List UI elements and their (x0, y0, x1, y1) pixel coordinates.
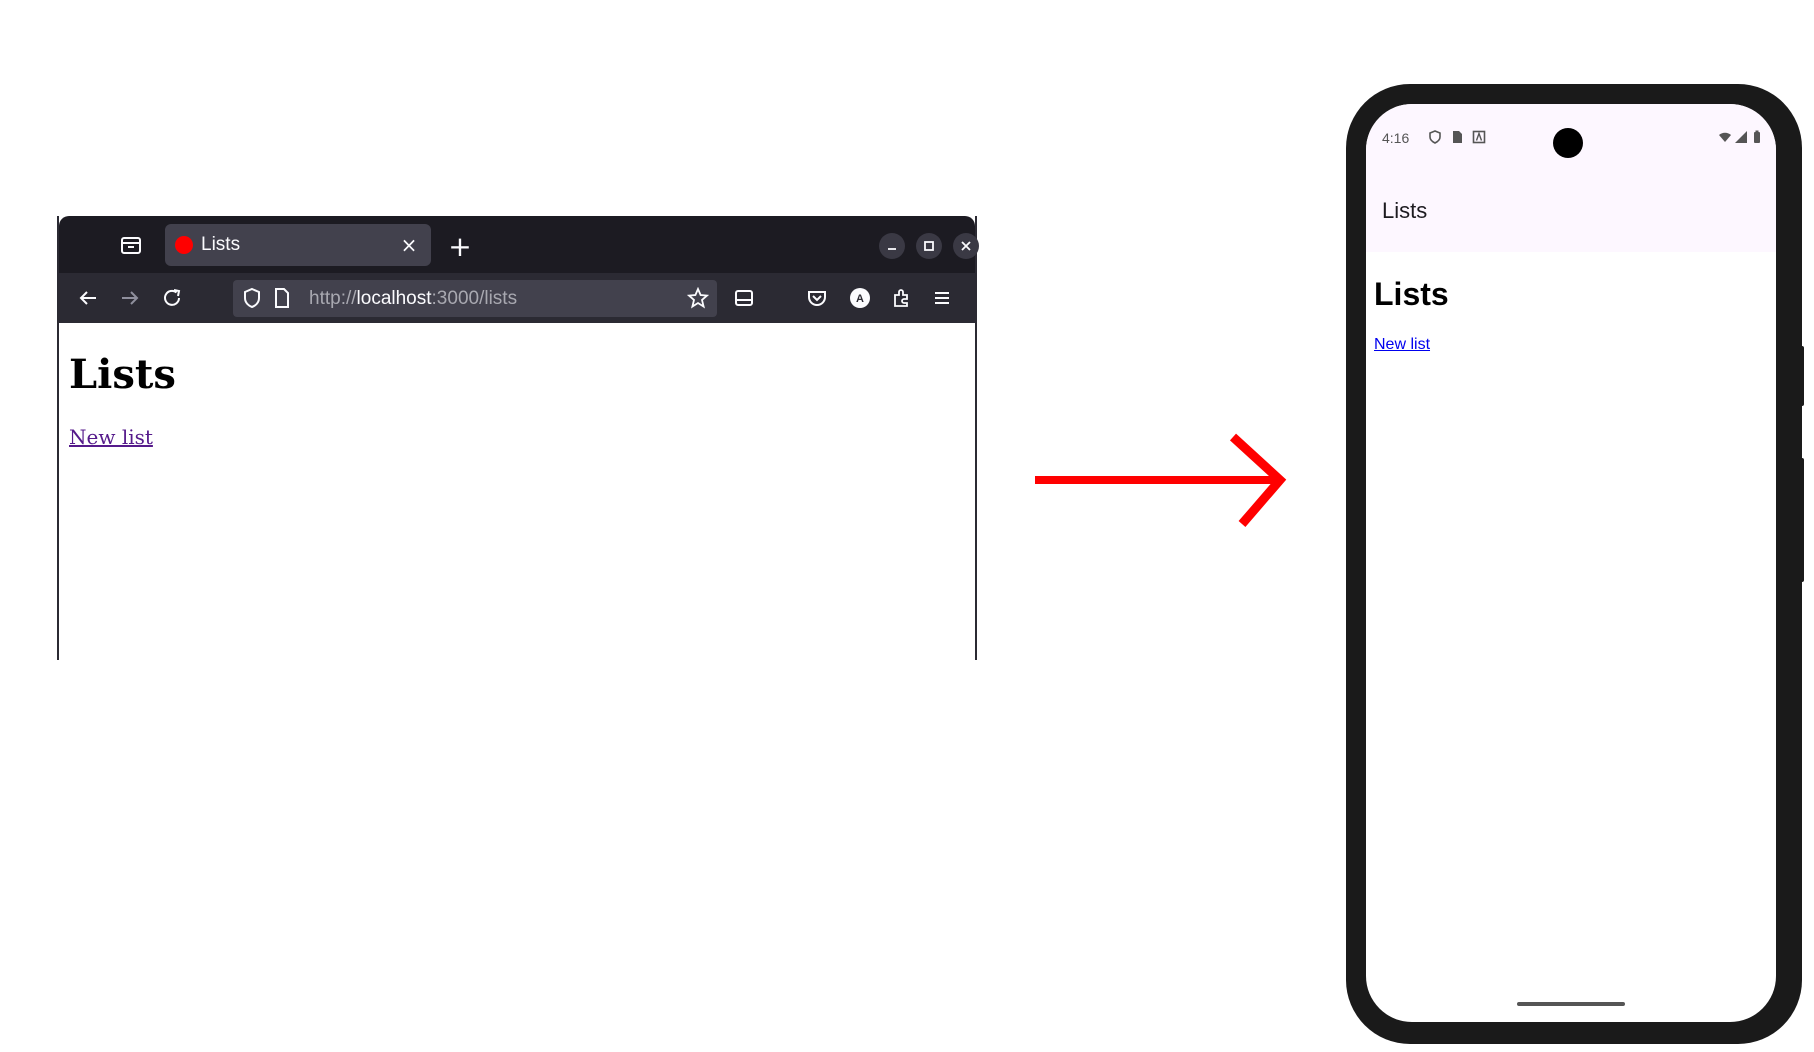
phone-new-list-link[interactable]: New list (1374, 336, 1430, 354)
reload-icon[interactable] (159, 285, 185, 311)
forward-icon[interactable] (117, 285, 143, 311)
tab-close-icon[interactable]: × (397, 233, 421, 257)
status-time: 4:16 (1382, 130, 1410, 146)
page-info-icon[interactable] (269, 285, 295, 311)
new-tab-button[interactable]: + (445, 230, 475, 263)
notification-a-icon (1472, 130, 1486, 144)
gesture-home-bar[interactable] (1517, 1002, 1625, 1006)
browser-window: Lists × + http://localhost:3000/lists A … (57, 216, 979, 660)
shield-icon[interactable] (239, 285, 265, 311)
browser-tab[interactable]: Lists × (165, 224, 431, 266)
url-host: localhost (356, 288, 432, 309)
cell-signal-icon (1735, 131, 1747, 143)
tab-overview-icon[interactable] (119, 234, 143, 256)
back-icon[interactable] (75, 285, 101, 311)
sim-card-icon (1453, 131, 1462, 143)
battery-icon (1754, 130, 1760, 143)
front-camera (1553, 128, 1583, 158)
account-initial: A (856, 293, 864, 305)
status-bar: 4:16 (1366, 104, 1776, 168)
address-bar[interactable]: http://localhost:3000/lists (233, 280, 717, 317)
browser-toolbar: http://localhost:3000/lists A (59, 273, 975, 323)
phone-device: 4:16 Lists Lists New list (1346, 84, 1804, 1044)
pocket-icon[interactable] (804, 285, 830, 311)
url-path: :3000/lists (431, 288, 518, 309)
favicon-icon (175, 236, 193, 254)
close-window-button[interactable] (953, 233, 979, 259)
extensions-icon[interactable] (889, 285, 915, 311)
url-text[interactable]: http://localhost:3000/lists (309, 288, 517, 310)
maximize-button[interactable] (916, 233, 942, 259)
sidebar-icon[interactable] (731, 285, 757, 311)
bookmark-star-icon[interactable] (685, 285, 711, 311)
phone-screen: 4:16 Lists Lists New list (1366, 104, 1776, 1022)
wifi-icon (1719, 132, 1731, 142)
tab-title: Lists (201, 234, 241, 255)
minimize-button[interactable] (879, 233, 905, 259)
url-scheme: http:// (309, 288, 357, 309)
app-bar-title: Lists (1382, 198, 1428, 223)
arrow-icon (1035, 433, 1287, 527)
browser-page-content: Lists New list (59, 323, 975, 660)
browser-titlebar: Lists × + (59, 216, 979, 273)
power-button (1800, 346, 1804, 406)
volume-button (1800, 458, 1804, 582)
vpn-shield-icon (1429, 130, 1441, 144)
new-list-link[interactable]: New list (69, 425, 153, 449)
account-avatar-icon[interactable]: A (847, 285, 873, 311)
page-heading: Lists (69, 351, 176, 398)
phone-page-heading: Lists (1374, 276, 1449, 312)
app-bar: Lists (1366, 168, 1776, 252)
menu-icon[interactable] (929, 285, 955, 311)
